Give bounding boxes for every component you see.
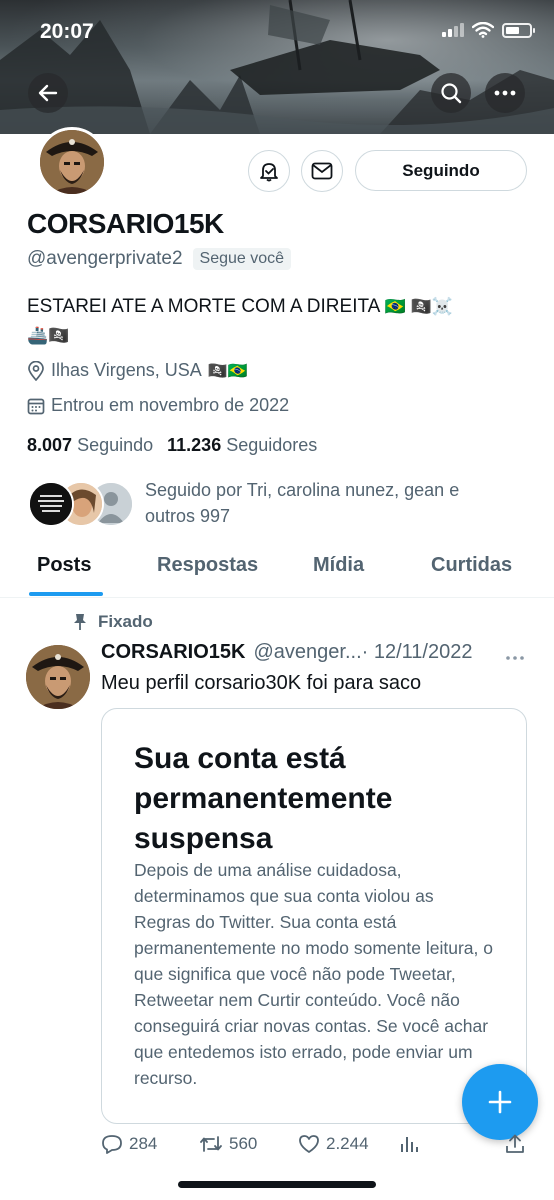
followers-count: 11.236 [167, 435, 222, 455]
search-button[interactable] [431, 73, 471, 113]
profile-handle: @avengerprivate2 [27, 248, 183, 269]
followers-stat[interactable]: 11.236 Seguidores [167, 435, 317, 456]
location-emoji: 🏴‍☠️🇧🇷 [207, 362, 248, 380]
card-title: Sua conta está permanentemente suspensa [134, 742, 393, 855]
compose-plus-icon [488, 1090, 512, 1114]
retweet-button[interactable]: 560 [199, 1134, 257, 1154]
share-icon [506, 1134, 524, 1153]
pinned-label: Fixado [72, 612, 153, 632]
tweet-actions: 284 560 2.244 [101, 1134, 531, 1164]
reply-icon [102, 1135, 122, 1154]
cellular-signal-icon [442, 23, 464, 37]
profile-bio: ESTAREI ATE A MORTE COM A DIREITA 🇧🇷 🏴‍☠… [27, 292, 517, 350]
like-button[interactable]: 2.244 [298, 1134, 369, 1154]
pirate-avatar-image [40, 130, 104, 194]
profile-location: Ilhas Virgens, USA 🏴‍☠️🇧🇷 [27, 360, 248, 381]
active-tab-indicator [29, 592, 103, 596]
tweet-image-card[interactable]: Sua conta está permanentemente suspensa … [101, 708, 527, 1124]
reply-count: 284 [129, 1134, 158, 1153]
followed-by-text[interactable]: Seguido por Tri, carolina nunez, gean e … [145, 477, 505, 529]
bio-text: ESTAREI ATE A MORTE COM A DIREITA [27, 296, 380, 317]
mail-icon [311, 162, 333, 180]
profile-tabs: Posts Respostas Mídia Curtidas [0, 546, 554, 598]
joined-text: Entrou em novembro de 2022 [51, 395, 290, 415]
tweet-header: CORSARIO15K @avenger... · 12/11/2022 [101, 641, 531, 664]
home-indicator[interactable] [178, 1181, 376, 1188]
text-image-avatar [30, 483, 72, 525]
status-time: 20:07 [40, 20, 94, 43]
tweet-text: Meu perfil corsario30K foi para saco [101, 672, 422, 694]
battery-icon [502, 22, 535, 38]
more-icon [494, 90, 516, 96]
status-icons [442, 22, 535, 38]
profile-stats: 8.007 Seguindo 11.236 Seguidores [27, 435, 317, 456]
tweet-date[interactable]: · 12/11/2022 [362, 641, 473, 664]
handle-row: @avengerprivate2 Segue você [27, 248, 292, 270]
tweet-author-avatar[interactable] [26, 645, 90, 709]
profile-joined: Entrou em novembro de 2022 [27, 395, 289, 416]
tweet-author-handle[interactable]: @avenger... [253, 641, 361, 664]
reply-button[interactable]: 284 [101, 1134, 157, 1154]
tweet-more-button[interactable] [505, 644, 525, 667]
card-body: Depois de uma análise cuidadosa, determi… [134, 860, 493, 1088]
calendar-icon [27, 398, 45, 414]
like-count: 2.244 [326, 1134, 369, 1153]
following-count: 8.007 [27, 435, 73, 455]
wifi-icon [472, 22, 494, 38]
tab-replies[interactable]: Respostas [157, 554, 258, 577]
notifications-button[interactable] [248, 150, 290, 192]
pirate-avatar-image [26, 645, 90, 709]
more-icon [506, 656, 524, 660]
analytics-icon [401, 1137, 418, 1152]
retweet-icon [200, 1136, 222, 1152]
followers-label: Seguidores [226, 435, 318, 455]
location-text: Ilhas Virgens, USA [51, 360, 202, 380]
compose-tweet-button[interactable] [462, 1064, 538, 1140]
follows-you-badge: Segue você [192, 248, 292, 270]
message-button[interactable] [301, 150, 343, 192]
analytics-button[interactable] [399, 1134, 419, 1154]
tab-likes[interactable]: Curtidas [431, 554, 512, 577]
profile-avatar[interactable] [37, 127, 107, 197]
following-button[interactable]: Seguindo [355, 150, 527, 191]
tab-posts[interactable]: Posts [37, 554, 91, 577]
like-icon [299, 1135, 319, 1153]
avatar [28, 481, 74, 527]
followed-by-avatars[interactable] [28, 481, 134, 529]
bio-ship-emoji: 🚢🏴‍☠️ [27, 326, 70, 345]
pinned-text: Fixado [98, 612, 153, 631]
retweet-count: 560 [229, 1134, 258, 1153]
following-stat[interactable]: 8.007 Seguindo [27, 435, 153, 456]
back-button[interactable] [28, 73, 68, 113]
pin-icon [74, 614, 86, 630]
search-icon [441, 83, 462, 104]
share-button[interactable] [505, 1134, 525, 1154]
back-arrow-icon [38, 84, 58, 102]
notification-bell-icon [260, 163, 278, 182]
bio-flags-emoji: 🇧🇷 🏴‍☠️☠️ [384, 297, 453, 316]
location-pin-icon [28, 360, 44, 381]
tweet-author-name[interactable]: CORSARIO15K [101, 641, 245, 664]
profile-name: CORSARIO15K [27, 208, 224, 239]
more-options-button[interactable] [485, 73, 525, 113]
tab-media[interactable]: Mídia [313, 554, 364, 577]
following-label: Seguindo [77, 435, 154, 455]
